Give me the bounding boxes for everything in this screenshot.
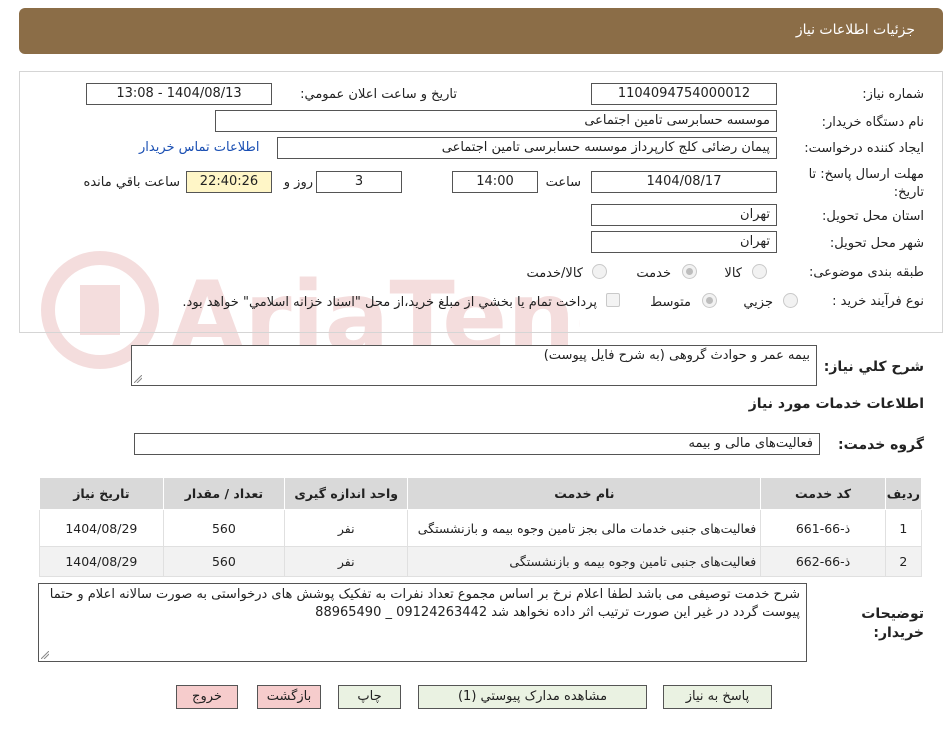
process-option-minor: جزيي bbox=[743, 295, 773, 310]
province-field[interactable]: تهران bbox=[591, 204, 777, 226]
buyer-org-label: نام دستگاه خريدار: bbox=[821, 115, 924, 130]
summary-textarea[interactable]: بیمه عمر و حوادث گروهی (به شرح فایل پیوس… bbox=[131, 345, 817, 386]
buyer-contact-link[interactable]: اطلاعات تماس خريدار bbox=[139, 140, 259, 155]
cell-date: 1404/08/29 bbox=[39, 509, 164, 547]
city-label: شهر محل تحويل: bbox=[829, 236, 924, 251]
cell-unit: نفر bbox=[284, 509, 409, 547]
respond-button[interactable]: پاسخ به نياز bbox=[663, 685, 772, 709]
category-option-service: خدمت bbox=[636, 266, 671, 281]
col-header-qty: تعداد / مقدار bbox=[162, 477, 286, 510]
col-header-date: تاريخ نياز bbox=[39, 477, 164, 510]
deadline-time-label: ساعت bbox=[545, 175, 581, 190]
treasury-payment-checkbox[interactable] bbox=[606, 293, 620, 307]
deadline-time-field[interactable]: 14:00 bbox=[452, 171, 538, 193]
resize-grip-icon[interactable] bbox=[134, 375, 142, 383]
need-number-field[interactable]: 1104094754000012 bbox=[591, 83, 777, 105]
cell-code: ذ-66-662 bbox=[760, 546, 886, 577]
need-number-label: شماره نياز: bbox=[862, 87, 924, 102]
col-header-row: رديف bbox=[884, 477, 923, 510]
cell-row: 2 bbox=[884, 546, 923, 577]
buyer-org-field[interactable]: موسسه حسابرسی تامین اجتماعی bbox=[215, 110, 777, 132]
remaining-time-label: ساعت باقي مانده bbox=[83, 175, 180, 190]
process-radio-medium[interactable] bbox=[702, 293, 717, 308]
process-radio-minor[interactable] bbox=[783, 293, 798, 308]
table-row: 1 ذ-66-661 فعالیت‌های جنبی خدمات مالی بج… bbox=[39, 509, 923, 547]
announce-date-label: تاريخ و ساعت اعلان عمومي: bbox=[300, 87, 457, 102]
city-field[interactable]: تهران bbox=[591, 231, 777, 253]
days-field[interactable]: 3 bbox=[316, 171, 402, 193]
buyer-notes-textarea[interactable]: شرح خدمت توصیفی می باشد لطفا اعلام نرخ ب… bbox=[38, 583, 807, 662]
exit-button[interactable]: خروج bbox=[176, 685, 238, 709]
cell-unit: نفر bbox=[284, 546, 409, 577]
cell-name: فعالیت‌های جنبی خدمات مالی بجز تامین وجو… bbox=[407, 509, 762, 547]
deadline-date-field[interactable]: 1404/08/17 bbox=[591, 171, 777, 193]
cell-qty: 560 bbox=[162, 509, 286, 547]
cell-name: فعالیت‌های جنبی تامین وجوه بیمه و بازنشس… bbox=[407, 546, 762, 577]
cell-qty: 560 bbox=[162, 546, 286, 577]
category-option-goods: کالا bbox=[724, 266, 742, 281]
announce-date-field[interactable]: 1404/08/13 - 13:08 bbox=[86, 83, 272, 105]
category-radio-goods[interactable] bbox=[752, 264, 767, 279]
print-button[interactable]: چاپ bbox=[338, 685, 401, 709]
days-label: روز و bbox=[283, 175, 313, 190]
process-label: نوع فرآيند خريد : bbox=[832, 294, 924, 309]
services-table: رديف کد خدمت نام خدمت واحد اندازه گيری ت… bbox=[39, 477, 923, 577]
category-label: طبقه بندی موضوعی: bbox=[808, 265, 924, 280]
buyer-notes-text: شرح خدمت توصیفی می باشد لطفا اعلام نرخ ب… bbox=[49, 587, 800, 620]
summary-label: شرح کلي نياز: bbox=[823, 359, 924, 375]
table-header-row: رديف کد خدمت نام خدمت واحد اندازه گيری ت… bbox=[39, 477, 923, 510]
summary-text: بیمه عمر و حوادث گروهی (به شرح فایل پیوس… bbox=[543, 348, 810, 363]
page-title: جزئيات اطلاعات نياز bbox=[795, 22, 915, 38]
category-radio-both[interactable] bbox=[592, 264, 607, 279]
province-label: استان محل تحويل: bbox=[822, 209, 924, 224]
back-button[interactable]: بازگشت bbox=[257, 685, 321, 709]
resize-grip-icon[interactable] bbox=[41, 651, 49, 659]
table-row: 2 ذ-66-662 فعالیت‌های جنبی تامین وجوه بی… bbox=[39, 546, 923, 577]
creator-label: ايجاد کننده درخواست: bbox=[804, 141, 924, 156]
deadline-label: مهلت ارسال پاسخ: تا تاريخ: bbox=[808, 167, 924, 200]
category-radio-service[interactable] bbox=[682, 264, 697, 279]
cell-row: 1 bbox=[884, 509, 923, 547]
service-group-field[interactable]: فعالیت‌های مالی و بیمه bbox=[134, 433, 820, 455]
col-header-code: کد خدمت bbox=[760, 477, 886, 510]
services-section-title: اطلاعات خدمات مورد نياز bbox=[748, 396, 924, 412]
page-header: جزئيات اطلاعات نياز bbox=[19, 8, 943, 54]
buyer-notes-label: توضيحات خريدار: bbox=[861, 606, 924, 641]
service-group-label: گروه خدمت: bbox=[838, 437, 924, 453]
creator-field[interactable]: پیمان رضائی کلج کارپرداز موسسه حسابرسی ت… bbox=[277, 137, 777, 159]
cell-date: 1404/08/29 bbox=[39, 546, 164, 577]
category-option-both: کالا/خدمت bbox=[526, 266, 583, 281]
remaining-time-field: 22:40:26 bbox=[186, 171, 272, 193]
process-option-medium: متوسط bbox=[650, 295, 691, 310]
view-attachments-button[interactable]: مشاهده مدارک پيوستي (1) bbox=[418, 685, 647, 709]
col-header-name: نام خدمت bbox=[407, 477, 762, 510]
cell-code: ذ-66-661 bbox=[760, 509, 886, 547]
treasury-payment-note: پرداخت تمام يا بخشي از مبلغ خريد،از محل … bbox=[182, 295, 597, 310]
col-header-unit: واحد اندازه گيری bbox=[284, 477, 409, 510]
